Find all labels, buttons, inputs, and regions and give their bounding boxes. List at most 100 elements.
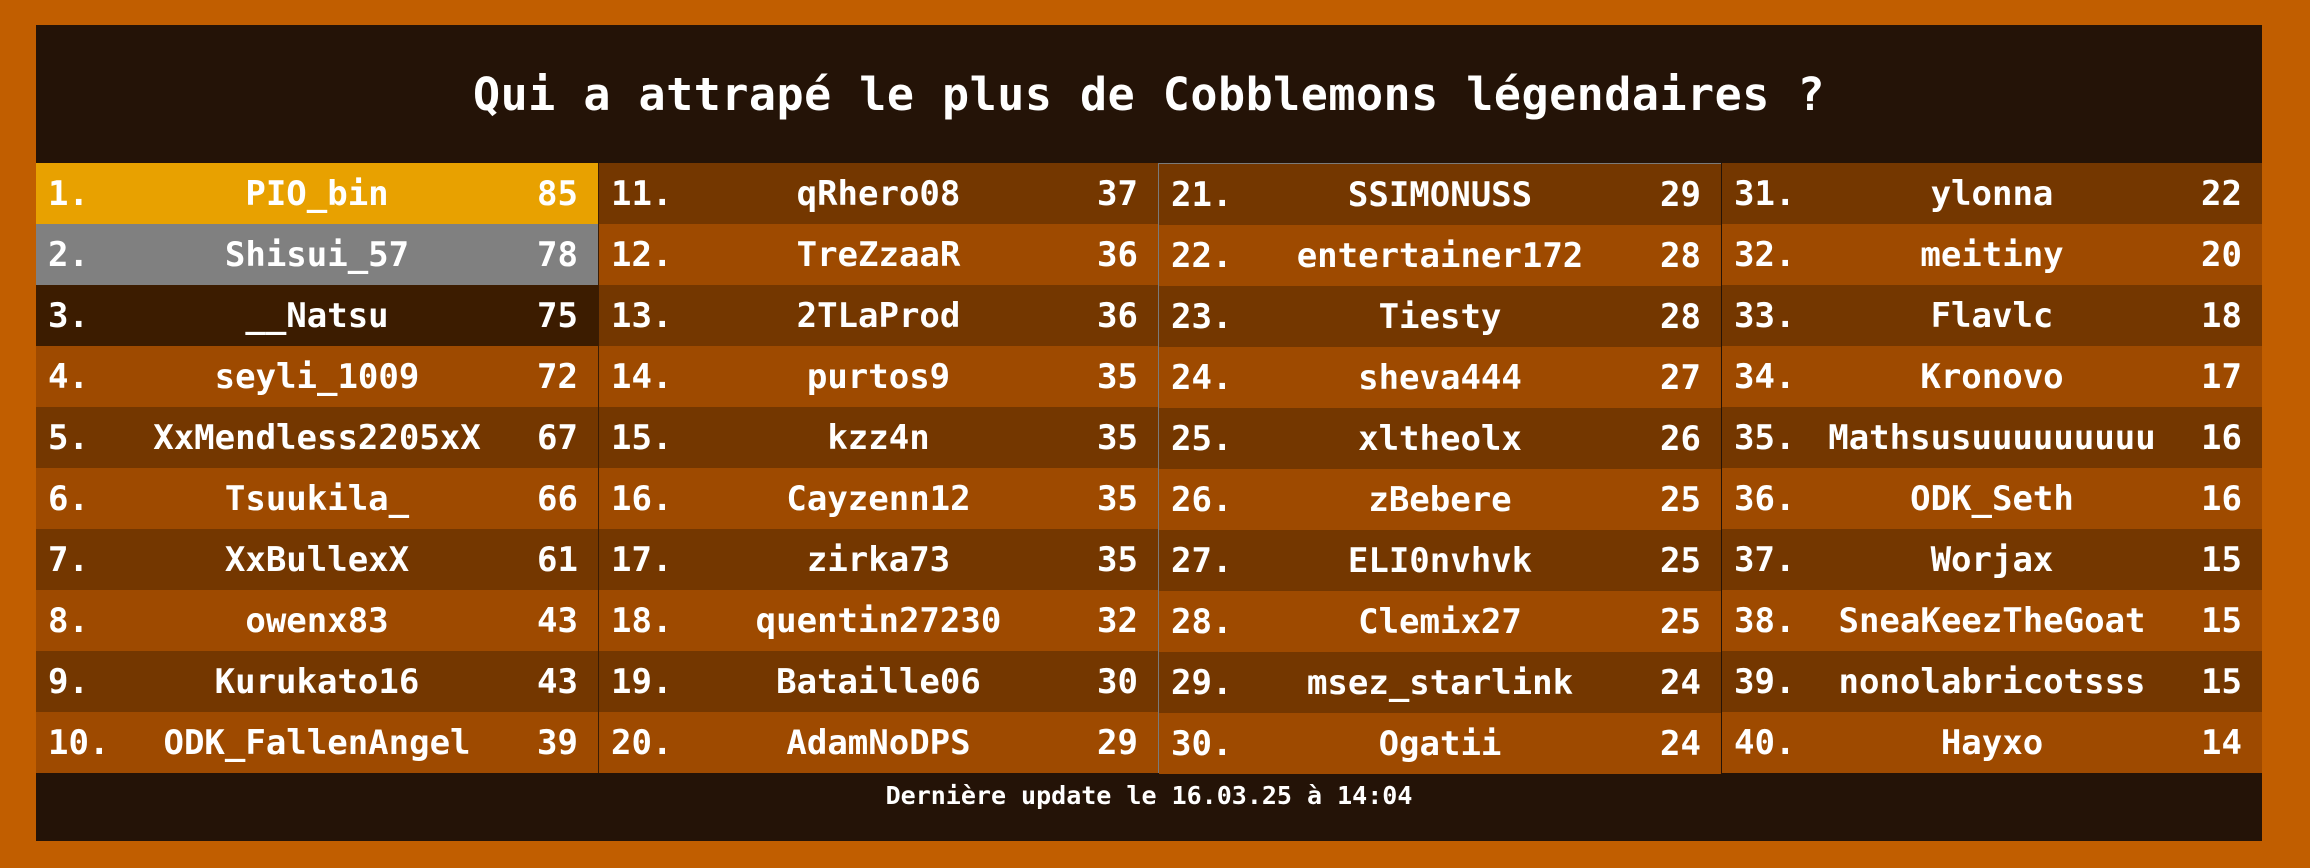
catch-count: 85 [537,173,578,214]
rank-number: 19. [611,661,673,702]
ranking-row: 17. zirka73 35 [599,529,1158,590]
ranking-column-4: 31. ylonna 22 32. meitiny 20 33. Flavlc 18 34. Kro… [1721,163,2262,773]
last-update-text: Dernière update le 16.03.25 à 14:04 [885,780,1413,810]
rank-number: 11. [611,173,673,214]
rank-number: 10. [48,722,110,763]
catch-count: 32 [1097,600,1138,641]
ranking-row: 39. nonolabricotsss 15 [1722,651,2262,712]
rank-number: 2. [48,234,89,275]
catch-count: 27 [1660,357,1701,398]
player-name: zirka73 [806,539,951,580]
catch-count: 28 [1660,296,1701,337]
player-name: TreZzaaR [796,234,961,275]
player-name: ELI0nvhvk [1347,540,1533,581]
player-name: XxBullexX [224,539,410,580]
player-name: __Natsu [245,295,389,336]
player-name: Kurukato16 [214,661,420,702]
player-name: Mathsusuuuuuuuuu [1828,417,2156,458]
catch-count: 43 [537,600,578,641]
player-name: Ogatii [1378,723,1502,764]
catch-count: 30 [1097,661,1138,702]
ranking-row: 30. Ogatii 24 [1159,713,1721,774]
leaderboard: Qui a attrapé le plus de Cobblemons lége… [36,25,2262,841]
ranking-column-2: 11. qRhero08 37 12. TreZzaaR 36 13. 2TLaProd 36 1… [598,163,1158,773]
catch-count: 17 [2201,356,2242,397]
ranking-row: 35. Mathsusuuuuuuuuu 16 [1722,407,2262,468]
rank-number: 21. [1171,174,1233,215]
ranking-row: 10. ODK_FallenAngel 39 [36,712,598,773]
ranking-row: 36. ODK_Seth 16 [1722,468,2262,529]
rank-number: 22. [1171,235,1233,276]
player-name: entertainer172 [1296,235,1584,276]
leaderboard-title: Qui a attrapé le plus de Cobblemons lége… [472,67,1826,121]
rank-number: 12. [611,234,673,275]
rank-number: 33. [1734,295,1796,336]
ranking-row: 37. Worjax 15 [1722,529,2262,590]
ranking-column-3: 21. SSIMONUSS 29 22. entertainer172 28 23. Ties… [1158,163,1721,774]
catch-count: 35 [1097,417,1138,458]
catch-count: 25 [1660,479,1701,520]
rank-number: 34. [1734,356,1796,397]
player-name: PIO_bin [245,173,389,214]
player-name: owenx83 [245,600,389,641]
rank-number: 13. [611,295,673,336]
ranking-row: 21. SSIMONUSS 29 [1159,164,1721,225]
catch-count: 20 [2201,234,2242,275]
ranking-row: 20. AdamNoDPS 29 [599,712,1158,773]
rank-number: 9. [48,661,89,702]
ranking-row: 4. seyli_1009 72 [36,346,598,407]
ranking-row: 24. sheva444 27 [1159,347,1721,408]
ranking-row: 27. ELI0nvhvk 25 [1159,530,1721,591]
rank-number: 1. [48,173,89,214]
rank-number: 4. [48,356,89,397]
ranking-row: 23. Tiesty 28 [1159,286,1721,347]
player-name: Kronovo [1920,356,2064,397]
ranking-row: 15. kzz4n 35 [599,407,1158,468]
catch-count: 26 [1660,418,1701,459]
rank-number: 5. [48,417,89,458]
rank-number: 26. [1171,479,1233,520]
rank-number: 38. [1734,600,1796,641]
catch-count: 43 [537,661,578,702]
ranking-row: 19. Bataille06 30 [599,651,1158,712]
rank-number: 6. [48,478,89,519]
ranking-row: 6. Tsuukila_ 66 [36,468,598,529]
player-name: Bataille06 [776,661,981,702]
ranking-row: 33. Flavlc 18 [1722,285,2262,346]
catch-count: 15 [2201,661,2242,702]
catch-count: 36 [1097,295,1138,336]
player-name: Flavlc [1930,295,2054,336]
catch-count: 35 [1097,356,1138,397]
catch-count: 24 [1660,723,1701,764]
player-name: msez_starlink [1306,662,1574,703]
player-name: ylonna [1930,173,2054,214]
player-name: SneaKeezTheGoat [1838,600,2146,641]
rank-number: 40. [1734,722,1796,763]
rank-number: 31. [1734,173,1796,214]
rank-number: 28. [1171,601,1233,642]
rank-number: 23. [1171,296,1233,337]
catch-count: 66 [537,478,578,519]
ranking-row: 2. Shisui_57 78 [36,224,598,285]
rank-number: 14. [611,356,673,397]
player-name: seyli_1009 [214,356,420,397]
catch-count: 22 [2201,173,2242,214]
player-name: 2TLaProd [796,295,961,336]
ranking-row: 3. __Natsu 75 [36,285,598,346]
player-name: ODK_FallenAngel [163,722,471,763]
ranking-row: 13. 2TLaProd 36 [599,285,1158,346]
player-name: Worjax [1930,539,2054,580]
rank-number: 32. [1734,234,1796,275]
catch-count: 14 [2201,722,2242,763]
rank-number: 15. [611,417,673,458]
ranking-row: 14. purtos9 35 [599,346,1158,407]
player-name: purtos9 [806,356,951,397]
rank-number: 37. [1734,539,1796,580]
player-name: zBebere [1368,479,1512,520]
catch-count: 25 [1660,601,1701,642]
rank-number: 3. [48,295,89,336]
ranking-row: 9. Kurukato16 43 [36,651,598,712]
ranking-row: 22. entertainer172 28 [1159,225,1721,286]
rank-number: 35. [1734,417,1796,458]
player-name: sheva444 [1358,357,1522,398]
